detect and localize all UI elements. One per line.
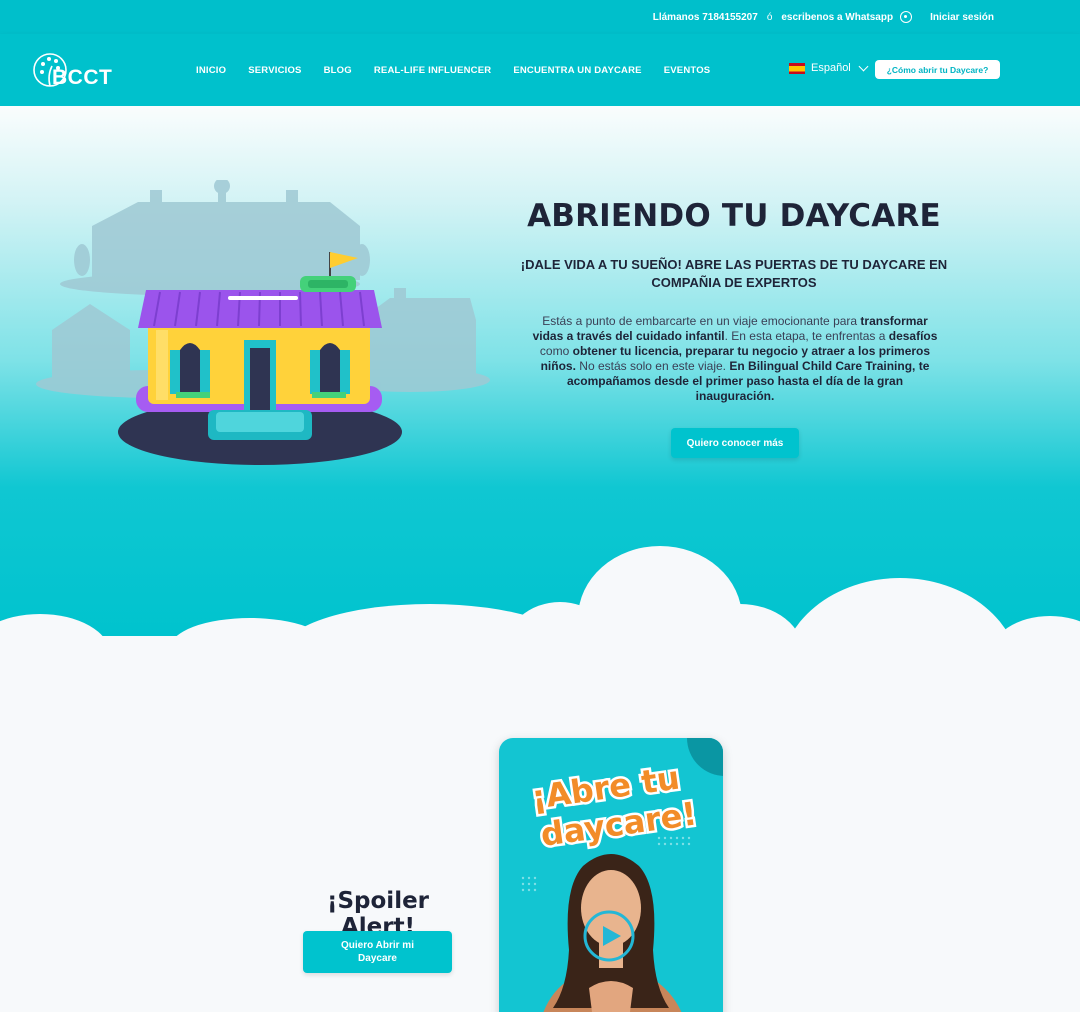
hero-text-part: . En esta etapa, te enfrentas a (724, 329, 889, 343)
nav-item-inicio[interactable]: INICIO (196, 65, 226, 76)
how-to-open-daycare-button[interactable]: ¿Cómo abrir tu Daycare? (875, 60, 1000, 79)
open-daycare-button[interactable]: Quiero Abrir mi Daycare (303, 931, 452, 973)
language-selector[interactable]: Español (789, 61, 869, 74)
clouds-divider (0, 546, 1080, 636)
hero-text-bold: desafíos (888, 329, 938, 343)
logo[interactable]: BCCT (30, 48, 120, 94)
nav-item-blog[interactable]: BLOG (324, 65, 352, 76)
main-navbar: BCCT INICIO SERVICIOS BLOG REAL-LIFE INF… (0, 34, 1080, 106)
chevron-down-icon (858, 61, 869, 71)
nav-menu: INICIO SERVICIOS BLOG REAL-LIFE INFLUENC… (196, 34, 710, 106)
spain-flag-icon (789, 62, 805, 74)
nav-item-encuentra-un-daycare[interactable]: ENCUENTRA UN DAYCARE (513, 65, 641, 76)
hero-text-part: Estás a punto de embarcarte en un viaje … (542, 314, 861, 328)
hero-text-part: como (539, 344, 573, 358)
hero-title: ABRIENDO TU DAYCARE (527, 198, 941, 234)
learn-more-button[interactable]: Quiero conocer más (671, 428, 799, 458)
video-thumbnail: ¡Abre tu daycare! (521, 738, 723, 1012)
nav-item-real-life-influencer[interactable]: REAL-LIFE INFLUENCER (374, 65, 491, 76)
phone-link[interactable]: Llámanos 7184155207 (653, 12, 758, 23)
daycare-house-illustration (36, 180, 490, 465)
window-right (310, 343, 350, 398)
separator-text: ó (766, 11, 773, 23)
hero-subtitle: ¡DALE VIDA A TU SUEÑO! ABRE LAS PUERTAS … (520, 257, 948, 290)
whatsapp-icon[interactable] (900, 11, 913, 23)
nav-item-servicios[interactable]: SERVICIOS (248, 65, 301, 76)
top-contact-bar: Llámanos 7184155207 ó escribenos a Whats… (0, 0, 1080, 34)
whatsapp-link[interactable]: escribenos a Whatsapp (781, 12, 893, 23)
login-link[interactable]: Iniciar sesión (930, 12, 994, 23)
hero-section: ABRIENDO TU DAYCARE ¡DALE VIDA A TU SUEÑ… (0, 106, 1080, 636)
nav-item-eventos[interactable]: EVENTOS (664, 65, 711, 76)
corner-circle-decoration (687, 738, 723, 776)
video-card[interactable]: ¡Abre tu daycare! (499, 738, 723, 1012)
window-left (170, 343, 210, 398)
top-contact-group: Llámanos 7184155207 ó escribenos a Whats… (653, 0, 994, 34)
hero-description: Estás a punto de embarcarte en un viaje … (527, 314, 943, 404)
language-label: Español (811, 62, 851, 74)
hero-text-part: No estás solo en este viaje. (575, 359, 730, 373)
logo-text: BCCT (52, 66, 113, 89)
